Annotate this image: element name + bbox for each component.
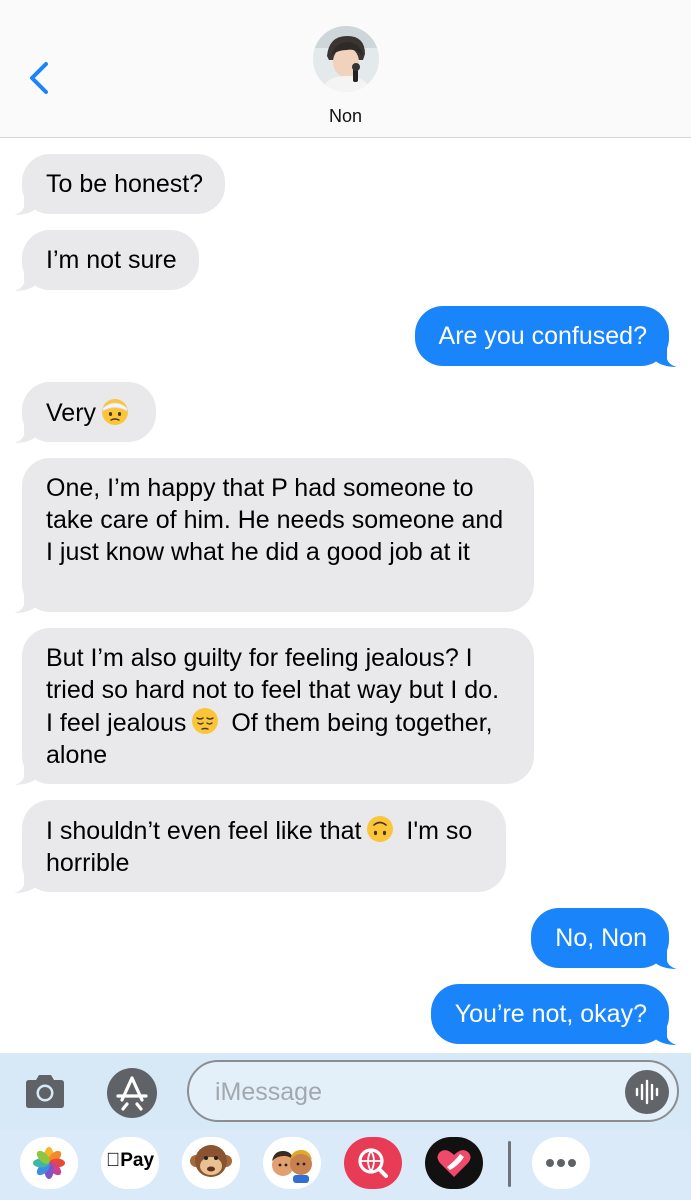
message-bubble-outgoing[interactable]: You’re not, okay? (430, 984, 677, 1045)
conversation-header: Non (0, 0, 691, 138)
animoji-button[interactable] (182, 1137, 240, 1189)
message-bubble-incoming[interactable]: I shouldn’t even feel like that I'm so h… (14, 800, 506, 893)
memoji-stickers-button[interactable] (263, 1137, 321, 1189)
chevron-left-icon (30, 62, 48, 94)
pensive-face-emoji (192, 708, 219, 734)
message-text: You’re not, okay? (454, 1000, 647, 1028)
more-apps-icon (546, 1159, 576, 1167)
bubble-tail (14, 763, 38, 785)
photos-app-button[interactable] (20, 1137, 78, 1189)
digital-touch-button[interactable] (425, 1137, 483, 1189)
message-bubble-incoming[interactable]: One, I’m happy that P had someone to tak… (14, 458, 534, 613)
message-text: To be honest? (46, 170, 204, 198)
camera-icon (26, 1075, 64, 1108)
message-text: One, I’m happy that P had someone to tak… (46, 474, 504, 566)
contact-name[interactable]: Non (0, 106, 691, 127)
app-store-icon (107, 1068, 157, 1118)
web-search-button[interactable] (344, 1137, 402, 1189)
digital-touch-icon (425, 1137, 483, 1189)
web-search-icon (344, 1137, 402, 1189)
message-text: Very (46, 399, 97, 427)
memoji-stickers-icon (272, 1150, 312, 1183)
bubble-tail (14, 421, 38, 443)
bubble-tail (653, 1023, 677, 1045)
message-bubble-incoming[interactable]: But I’m also guilty for feeling jealous?… (14, 628, 534, 785)
camera-button[interactable] (22, 1069, 68, 1115)
bubble-tail (14, 591, 38, 613)
photos-app-icon (33, 1147, 65, 1179)
animoji-monkey-icon (190, 1145, 232, 1177)
imessage-field[interactable] (187, 1060, 679, 1122)
compose-bar (0, 1053, 691, 1129)
message-text: Are you confused? (438, 322, 647, 350)
message-text: I shouldn’t even feel like that (46, 817, 362, 845)
message-bubble-incoming[interactable]: I’m not sure (14, 230, 199, 291)
contact-avatar[interactable] (313, 26, 379, 92)
bubble-tail (14, 871, 38, 893)
imessage-input[interactable] (215, 1072, 615, 1112)
bubble-tail (653, 947, 677, 969)
upside-down-face-emoji (367, 816, 394, 842)
back-button[interactable] (22, 58, 58, 98)
message-text: I’m not sure (46, 246, 177, 274)
more-apps-button[interactable] (532, 1137, 590, 1189)
app-drawer: Pay (0, 1129, 691, 1200)
apple-pay-icon: Pay (101, 1150, 159, 1172)
message-bubble-incoming[interactable]: Very (14, 382, 157, 443)
apple-pay-button[interactable]: Pay (101, 1137, 159, 1189)
drawer-separator (508, 1141, 511, 1187)
bubble-tail (14, 269, 38, 291)
audio-message-button[interactable] (625, 1070, 669, 1114)
message-text: No, Non (555, 924, 647, 952)
message-thread: To be honest? I’m not sure Are you confu… (0, 138, 691, 1053)
apple-pay-label: Pay (113, 1150, 154, 1171)
avatar-photo (313, 26, 379, 92)
message-bubble-outgoing[interactable]: No, Non (531, 908, 677, 969)
app-store-button[interactable] (106, 1067, 158, 1119)
bubble-tail (653, 345, 677, 367)
bubble-tail (14, 193, 38, 215)
message-bubble-incoming[interactable]: To be honest? (14, 154, 226, 215)
head-bandage-emoji (102, 399, 129, 425)
message-bubble-outgoing[interactable]: Are you confused? (414, 306, 677, 367)
waveform-icon (635, 1079, 659, 1105)
